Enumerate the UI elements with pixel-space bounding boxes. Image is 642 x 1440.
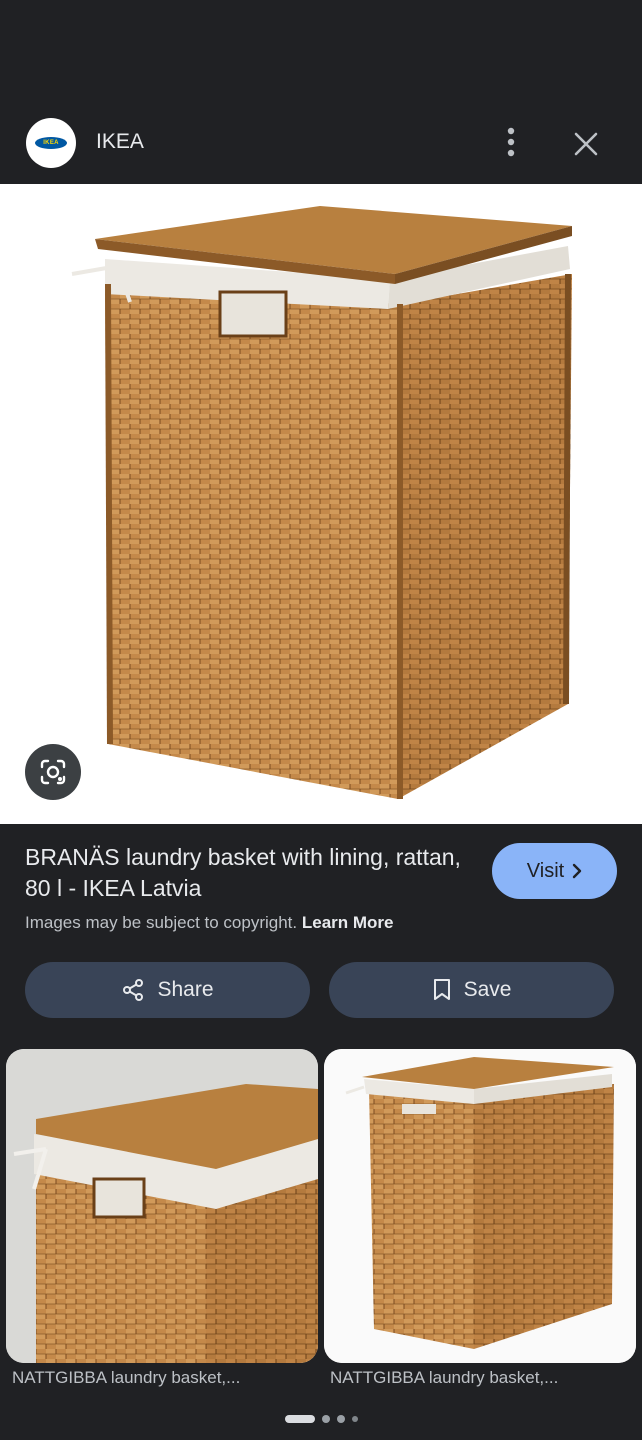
share-button[interactable]: Share [25,962,310,1018]
lens-search-button[interactable] [25,744,81,800]
more-vertical-icon [507,127,515,157]
visit-label: Visit [526,859,565,882]
related-image-2[interactable] [324,1049,636,1363]
close-icon [574,132,598,156]
save-button[interactable]: Save [329,962,614,1018]
page-indicator-active [284,1415,315,1423]
ikea-logo-icon: IKEA [35,137,67,149]
close-button[interactable] [566,124,606,164]
site-name[interactable]: IKEA [96,130,144,154]
bookmark-icon [433,979,450,1000]
site-logo[interactable]: IKEA [26,118,76,168]
page-indicator-dot [321,1415,330,1423]
main-image[interactable] [0,184,642,824]
page-indicator-dot [351,1416,358,1422]
copyright-text: Images may be subject to copyright. [25,913,298,932]
related-caption-2[interactable]: NATTGIBBA laundry basket,... [330,1368,630,1388]
more-options-button[interactable] [494,122,528,162]
related-caption-1[interactable]: NATTGIBBA laundry basket,... [12,1368,312,1388]
save-label: Save [463,978,512,1001]
chevron-right-icon [573,863,582,879]
visit-button[interactable]: Visit [492,843,617,899]
page-indicator-dot [336,1415,345,1423]
laundry-basket-closeup-image [6,1049,318,1363]
google-lens-icon [40,759,66,785]
result-title[interactable]: BRANÄS laundry basket with lining, ratta… [25,842,465,904]
laundry-basket-image [71,206,572,799]
share-icon [123,979,144,1001]
share-label: Share [157,978,214,1001]
related-image-1[interactable] [6,1049,318,1363]
learn-more-link[interactable]: Learn More [302,913,394,932]
copyright-notice: Images may be subject to copyright. Lear… [25,913,394,933]
result-header: IKEA IKEA [0,110,642,180]
page-indicator [0,1413,642,1425]
laundry-basket-side-image [324,1049,636,1363]
